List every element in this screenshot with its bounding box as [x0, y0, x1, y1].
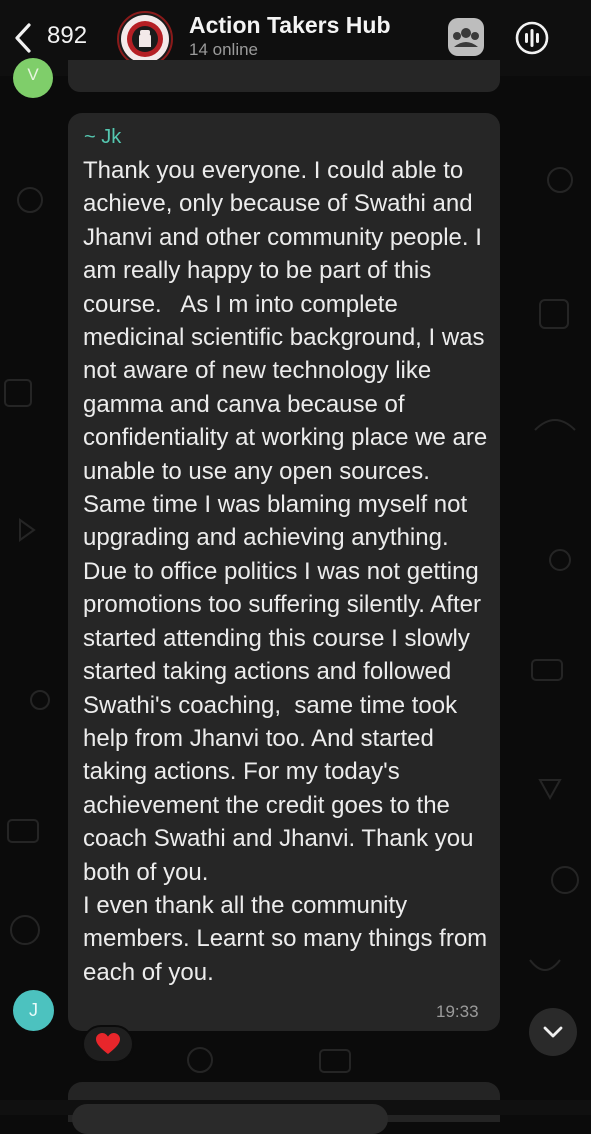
reaction-badge[interactable]	[82, 1025, 134, 1063]
group-avatar[interactable]	[117, 11, 173, 67]
group-logo-icon	[121, 15, 169, 63]
community-icon	[448, 18, 484, 56]
chat-title[interactable]: Action Takers Hub	[189, 12, 391, 39]
chevron-down-icon	[543, 1026, 563, 1038]
message-text: Thank you everyone. I could able to achi…	[83, 157, 488, 986]
voice-chat-icon	[515, 21, 549, 55]
online-count: 14 online	[189, 40, 259, 59]
message-timestamp: 19:33	[436, 1002, 479, 1021]
sender-name[interactable]: ~ Jk	[84, 126, 121, 149]
sender-avatar-v[interactable]: V	[13, 58, 53, 98]
back-unread-count[interactable]: 892	[47, 22, 87, 50]
previous-message-bubble[interactable]	[68, 60, 500, 92]
message-input[interactable]	[72, 1104, 388, 1134]
scroll-down-button[interactable]	[529, 1008, 577, 1056]
heart-icon	[96, 1033, 120, 1054]
chevron-left-icon[interactable]	[12, 22, 34, 54]
sender-avatar-j[interactable]: J	[13, 990, 54, 1031]
voice-chat-button[interactable]	[510, 16, 554, 60]
community-button[interactable]	[444, 16, 488, 60]
